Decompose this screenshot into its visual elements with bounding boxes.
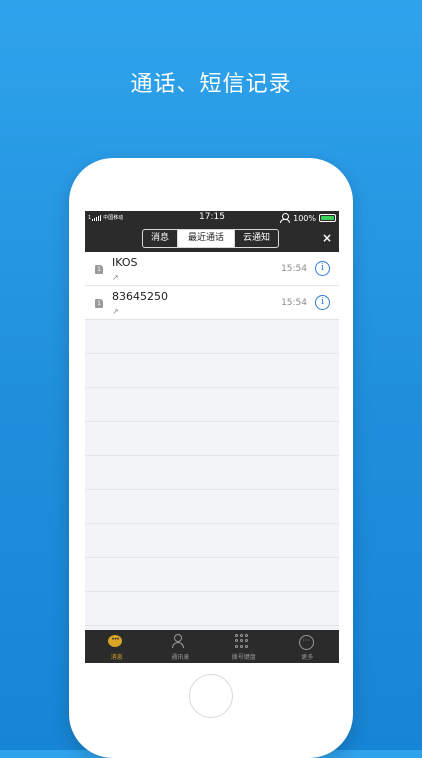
tab-bar-label: 消息 [110,654,123,661]
battery-percent: 100% [293,213,316,223]
bottom-tab-bar: 消息 通讯录 拨号键盘 更多 [85,630,339,663]
empty-list-line [85,388,339,422]
tab-bar-messages[interactable]: 消息 [85,630,149,663]
phone-frame: 1 中国移动 17:15 100% 消息 最近通话 云通知 × 1 IKOS ↗… [69,158,353,758]
call-time: 15:54 [281,264,307,274]
empty-list-line [85,422,339,456]
message-icon [108,635,122,647]
person-icon [280,213,291,223]
tab-bar-label: 通讯录 [171,654,190,661]
sim-card-icon: 1 [95,299,103,308]
tab-bar-label: 拨号键盘 [231,654,256,661]
status-bar: 1 中国移动 17:15 100% [85,211,339,225]
empty-list-line [85,524,339,558]
empty-list-line [85,354,339,388]
call-row[interactable]: 1 83645250 ↗ 15:54 i [85,286,339,320]
tab-recent-calls[interactable]: 最近通话 [178,230,236,247]
contacts-icon [171,634,185,648]
battery-icon [319,214,336,222]
tab-bar-contacts[interactable]: 通讯录 [149,630,213,663]
info-icon[interactable]: i [315,295,330,310]
empty-list-line [85,320,339,354]
nav-bar: 消息 最近通话 云通知 × [85,225,339,252]
outgoing-arrow-icon: ↗ [112,307,119,316]
phone-screen: 1 中国移动 17:15 100% 消息 最近通话 云通知 × 1 IKOS ↗… [85,211,339,663]
outgoing-arrow-icon: ↗ [112,273,119,282]
call-contact-name: IKOS [112,256,138,269]
sim-card-icon: 1 [95,265,103,274]
call-contact-name: 83645250 [112,290,168,303]
call-list: 1 IKOS ↗ 15:54 i 1 83645250 ↗ 15:54 i [85,252,339,626]
call-time: 15:54 [281,298,307,308]
tab-bar-label: 更多 [301,654,314,661]
status-right: 100% [280,213,336,223]
close-icon[interactable]: × [322,231,332,245]
home-button[interactable] [189,674,233,718]
empty-list-line [85,592,339,626]
empty-list-line [85,558,339,592]
tab-cloud-notifications[interactable]: 云通知 [235,230,278,247]
tab-bar-more[interactable]: 更多 [276,630,340,663]
info-icon[interactable]: i [315,261,330,276]
tab-bar-keypad[interactable]: 拨号键盘 [212,630,276,663]
empty-list-line [85,456,339,490]
empty-list-line [85,490,339,524]
tab-messages[interactable]: 消息 [143,230,179,247]
segmented-control: 消息 最近通话 云通知 [142,229,280,248]
call-row[interactable]: 1 IKOS ↗ 15:54 i [85,252,339,286]
keypad-icon [235,634,249,648]
more-icon [298,635,314,650]
promo-headline: 通话、短信记录 [130,72,292,97]
